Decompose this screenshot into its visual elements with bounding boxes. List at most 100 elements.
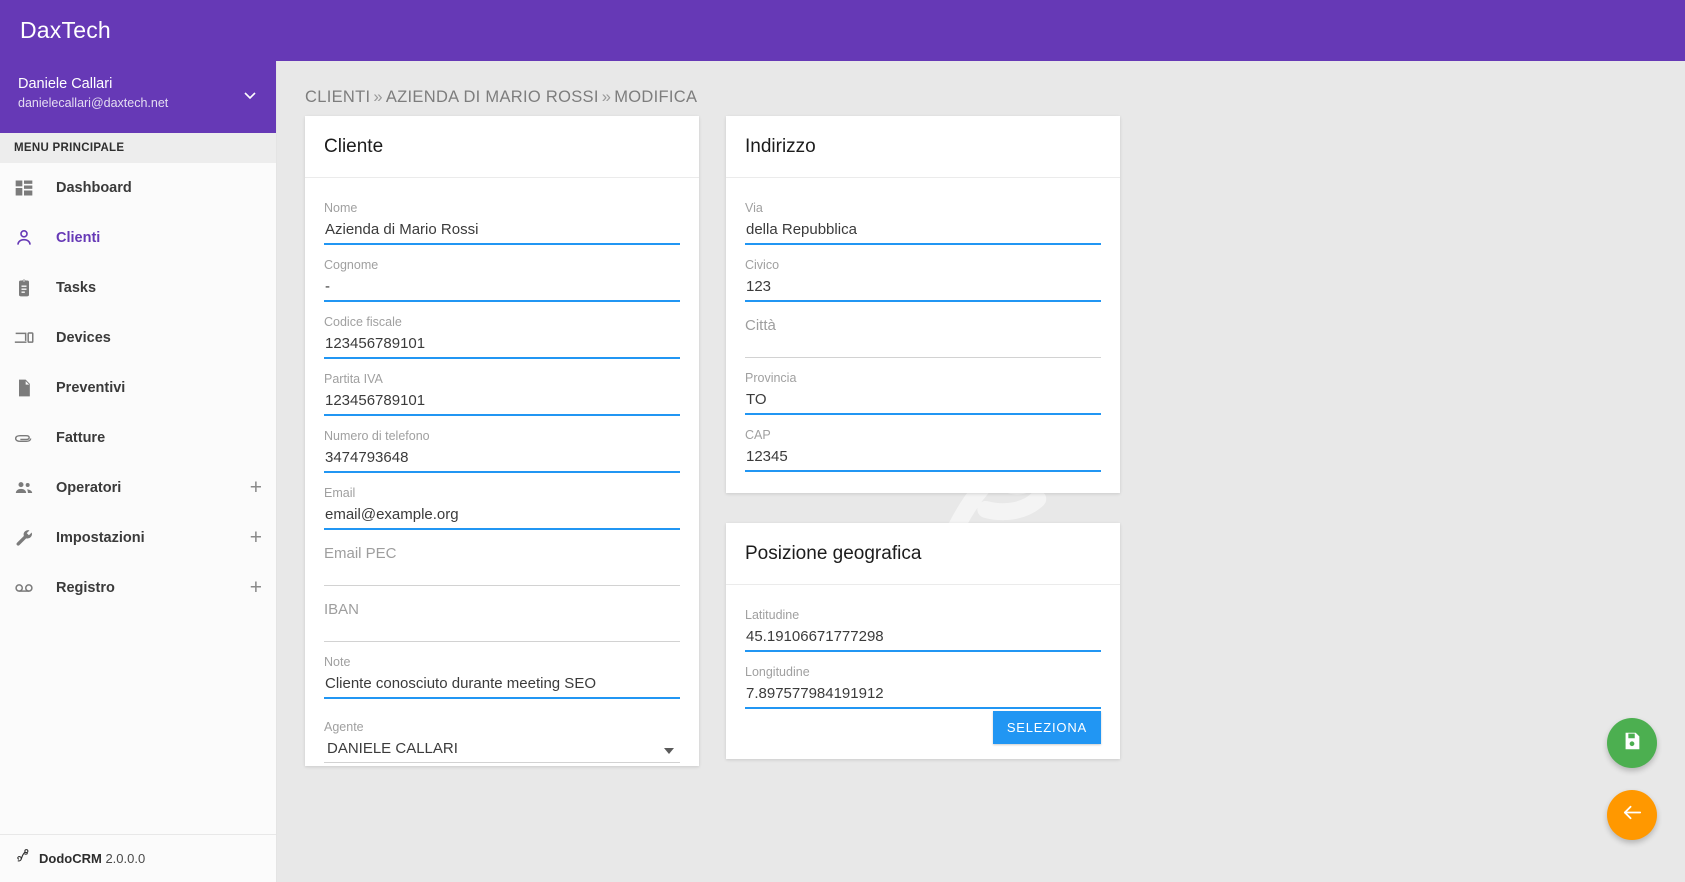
card-geo-header: Posizione geografica [726,523,1120,585]
sidebar-item-label: Clienti [56,230,101,246]
field-value[interactable]: 123 [745,274,1101,300]
field-agente[interactable]: Agente DANIELE CALLARI [324,699,680,763]
field-cognome[interactable]: Cognome - [324,245,680,302]
card-indirizzo-title: Indirizzo [745,135,816,157]
sidebar-item-label: Devices [56,330,111,346]
field-label: Agente [324,720,364,734]
field-underline [745,470,1101,472]
sidebar-item-clienti[interactable]: Clienti [0,213,276,263]
field-civico[interactable]: Civico 123 [745,245,1101,302]
devices-icon [14,326,44,350]
sidebar-item-operatori[interactable]: Operatori + [0,463,276,513]
breadcrumb: CLIENTI» AZIENDA DI MARIO ROSSI» MODIFICA [305,88,697,107]
field-value[interactable]: 7.897577984191912 [745,681,1101,707]
breadcrumb-separator: » [373,88,383,106]
field-value[interactable]: 3474793648 [324,445,680,471]
card-geo-body: Latitudine 45.19106671777298 Longitudine 7.… [726,585,1120,725]
field-label: Latitudine [745,608,800,622]
field-codice-fiscale[interactable]: Codice fiscale 123456789101 [324,302,680,359]
plus-icon[interactable]: + [250,477,262,498]
field-value[interactable]: email@example.org [324,502,680,528]
field-numero-di-telefono[interactable]: Numero di telefono 3474793648 [324,416,680,473]
card-cliente-body: Nome Azienda di Mario Rossi Cognome - Codice… [305,178,699,779]
field-città[interactable]: Città [745,302,1101,358]
field-label: Email [324,486,356,500]
seleziona-button[interactable]: SELEZIONA [992,711,1101,744]
field-longitudine[interactable]: Longitudine 7.897577984191912 [745,652,1101,709]
field-value[interactable]: 12345 [745,444,1101,470]
field-label: Partita IVA [324,372,383,386]
sidebar-footer: DodoCRM 2.0.0.0 [0,834,276,882]
field-via[interactable]: Via della Repubblica [745,188,1101,245]
chevron-down-icon[interactable] [242,87,258,103]
user-panel[interactable]: Daniele Callari danielecallari@daxtech.n… [0,61,276,133]
arrow-left-icon [1621,801,1644,829]
field-value[interactable]: 45.19106671777298 [745,624,1101,650]
sidebar-item-label: Fatture [56,430,106,446]
field-label: Codice fiscale [324,315,402,329]
content-area: CLIENTI» AZIENDA DI MARIO ROSSI» MODIFICA … [277,61,1685,882]
breadcrumb-separator: » [601,88,612,106]
field-value[interactable] [745,339,1101,357]
field-iban[interactable]: IBAN [324,586,680,642]
sidebar-item-devices[interactable]: Devices [0,313,276,363]
agente-select-value[interactable]: DANIELE CALLARI [324,736,680,762]
sidebar-item-label: Preventivi [56,380,126,396]
document-icon [14,376,44,400]
sidebar-item-label: Registro [56,580,115,596]
field-label: Email PEC [324,545,397,562]
field-underline [324,762,680,763]
field-nome[interactable]: Nome Azienda di Mario Rossi [324,188,680,245]
card-indirizzo-body: Via della Repubblica Civico 123 Città Provinc… [726,178,1120,488]
wrench-icon [14,526,44,550]
field-label: IBAN [324,601,360,618]
sidebar-item-registro[interactable]: Registro + [0,563,276,613]
dropdown-arrow-icon[interactable] [664,748,674,754]
field-label: Longitudine [745,665,810,679]
field-value[interactable]: 123456789101 [324,388,680,414]
sidebar-item-fatture[interactable]: Fatture [0,413,276,463]
app-version: DodoCRM 2.0.0.0 [31,851,145,866]
field-value[interactable] [324,623,680,641]
dashboard-icon [14,176,44,200]
field-note[interactable]: Note Cliente conosciuto durante meeting S… [324,642,680,699]
field-label: Numero di telefono [324,429,430,443]
field-provincia[interactable]: Provincia TO [745,358,1101,415]
sidebar-item-dashboard[interactable]: Dashboard [0,163,276,213]
sidebar-item-tasks[interactable]: Tasks [0,263,276,313]
card-cliente: Cliente Nome Azienda di Mario Rossi Cognom… [305,116,699,766]
field-value[interactable]: Azienda di Mario Rossi [324,217,680,243]
field-email-pec[interactable]: Email PEC [324,530,680,586]
save-fab-button[interactable] [1607,718,1657,768]
field-value[interactable]: della Repubblica [745,217,1101,243]
field-cap[interactable]: CAP 12345 [745,415,1101,472]
field-value[interactable]: - [324,274,680,300]
field-value[interactable]: 123456789101 [324,331,680,357]
field-partita-iva[interactable]: Partita IVA 123456789101 [324,359,680,416]
back-fab-button[interactable] [1607,790,1657,840]
field-label: CAP [745,428,771,442]
card-cliente-title: Cliente [324,135,384,157]
floppy-disk-icon [1621,730,1643,757]
breadcrumb-item[interactable]: AZIENDA DI MARIO ROSSI [386,88,599,106]
field-email[interactable]: Email email@example.org [324,473,680,530]
breadcrumb-item: MODIFICA [614,88,698,106]
field-value[interactable]: TO [745,387,1101,413]
field-latitudine[interactable]: Latitudine 45.19106671777298 [745,595,1101,652]
sidebar-item-impostazioni[interactable]: Impostazioni + [0,513,276,563]
field-label: Via [745,201,763,215]
sidebar-item-label: Operatori [56,480,122,496]
field-value[interactable] [324,567,680,585]
person-icon [14,226,44,250]
breadcrumb-item[interactable]: CLIENTI [305,88,370,106]
sidebar-item-preventivi[interactable]: Preventivi [0,363,276,413]
clipboard-icon [14,276,44,300]
plus-icon[interactable]: + [250,527,262,548]
plus-icon[interactable]: + [250,577,262,598]
field-underline [745,707,1101,709]
card-posizione-geografica: Posizione geografica Latitudine 45.191066… [726,523,1120,759]
card-indirizzo: Indirizzo Via della Repubblica Civico 123 Ci… [726,116,1120,493]
sidebar-item-label: Impostazioni [56,530,145,546]
field-value[interactable]: Cliente conosciuto durante meeting SEO [324,671,680,697]
field-label: Civico [745,258,780,272]
